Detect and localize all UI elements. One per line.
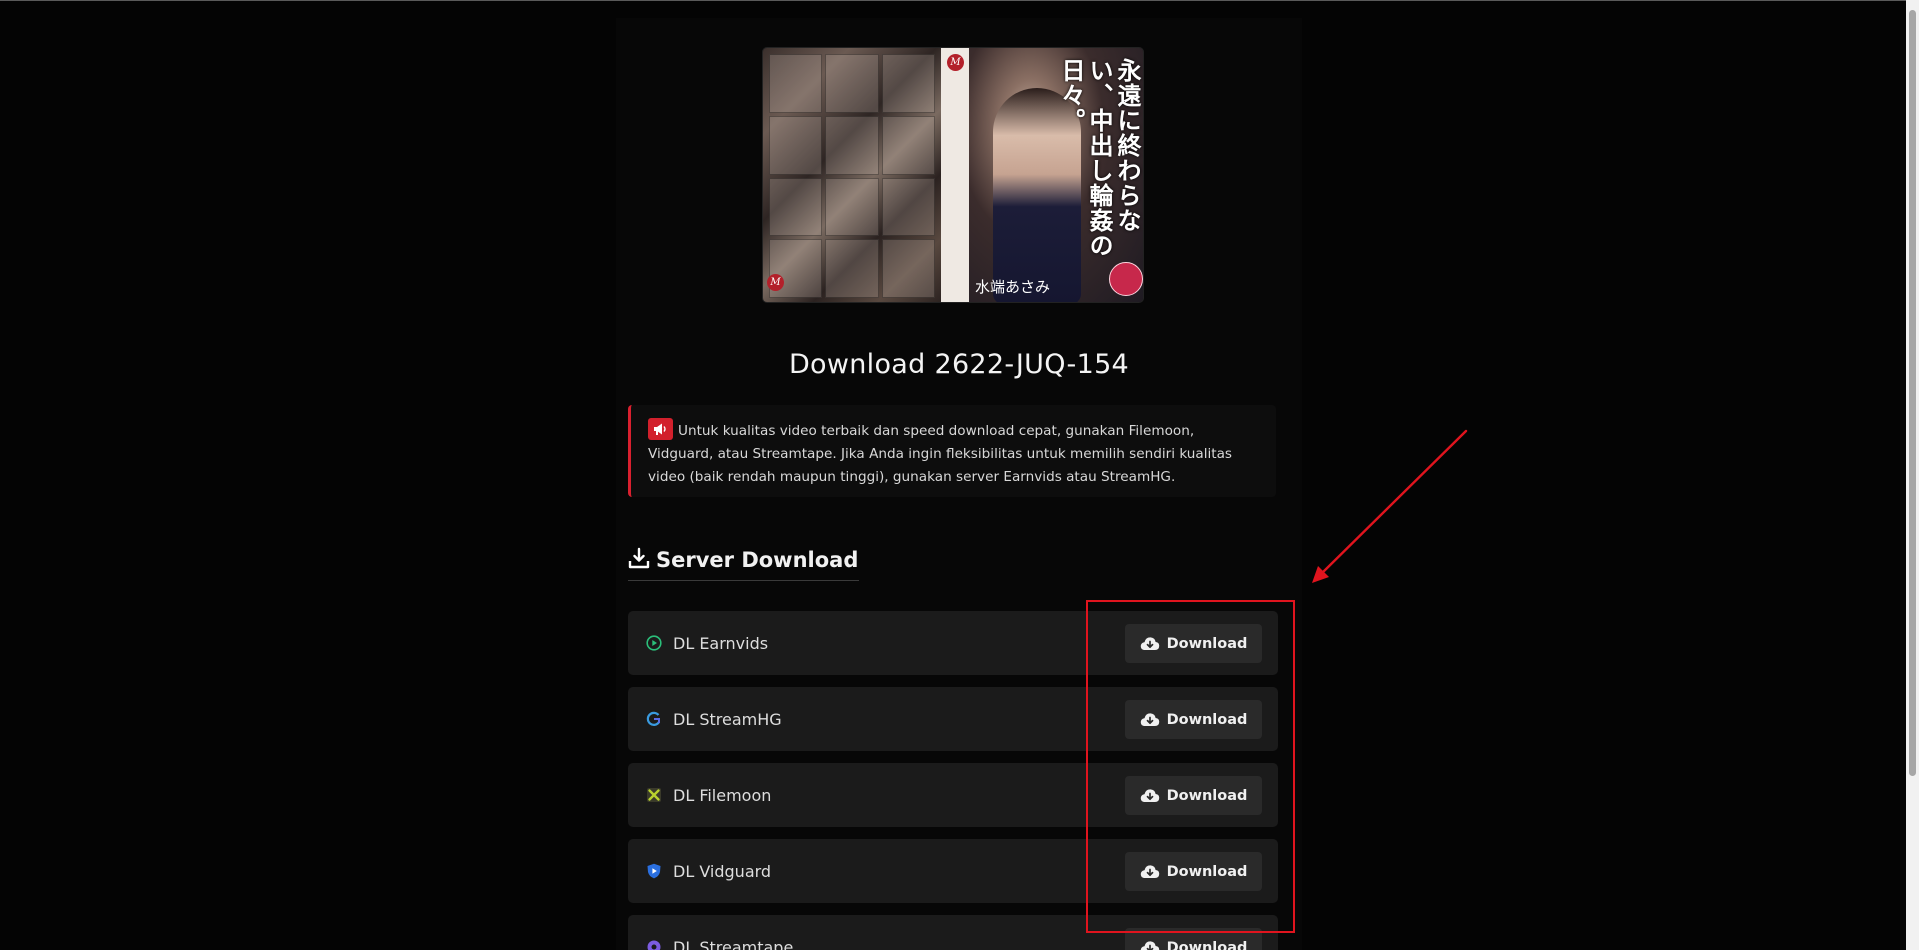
shield-play-icon [646,863,662,879]
server-name: DL Earnvids [673,633,769,653]
cover-actress-name: 水端あさみ [975,278,1051,296]
annotation-highlight-box [1086,600,1295,933]
notice-text: Untuk kualitas video terbaik dan speed d… [648,423,1233,485]
streamtape-logo-icon [646,939,662,950]
cloud-download-icon [1140,940,1159,950]
studio-logo-icon: M [947,54,964,71]
cover-spine [941,48,969,302]
play-circle-icon [646,635,662,651]
annotation-arrow [1312,429,1468,583]
window-top-border [0,0,1919,1]
server-name: DL StreamHG [673,709,782,729]
server-name: DL Filemoon [673,785,772,805]
scrollbar-thumb[interactable] [1909,10,1916,776]
section-title: Server Download [656,547,859,572]
notice-box: Untuk kualitas video terbaik dan speed d… [628,405,1276,497]
page-title: Download 2622-JUQ-154 [788,349,1130,380]
cover-title-text: 永遠に終わらない、中出し輪姦の日々。 [1057,58,1142,258]
studio-logo-icon: M [767,274,784,291]
filemoon-logo-icon [646,787,662,803]
download-icon [628,547,650,573]
cover-back-side [763,48,941,302]
megaphone-icon [648,418,673,440]
cover-badge [1109,262,1143,296]
cover-image: M M 永遠に終わらない、中出し輪姦の日々。 水端あさみ [762,47,1144,303]
streamhg-logo-icon [646,711,662,727]
server-name: DL Vidguard [673,861,772,881]
section-header-server-download: Server Download [628,545,860,581]
server-name: DL Streamtape [673,937,794,950]
